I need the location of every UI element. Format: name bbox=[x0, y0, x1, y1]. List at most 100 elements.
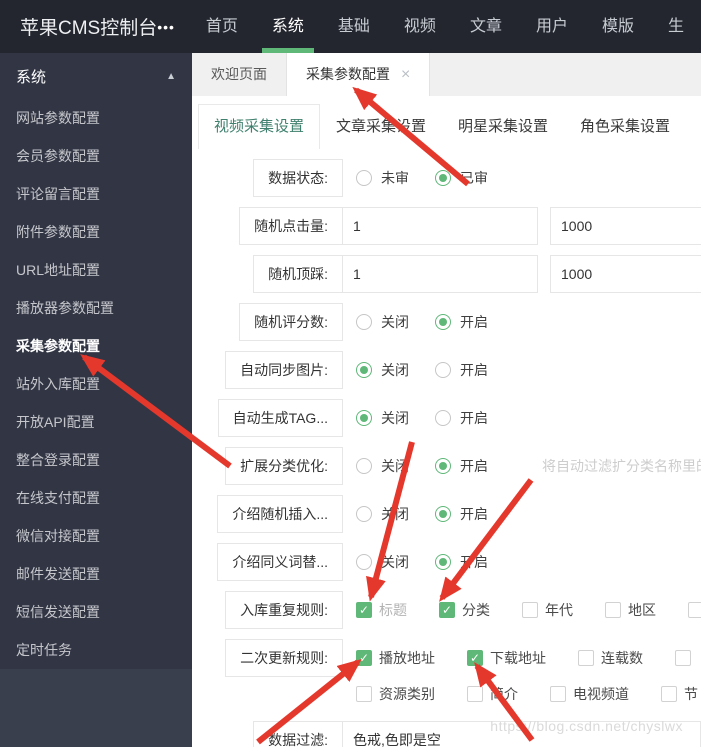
checkbox-icon bbox=[661, 686, 677, 702]
sidebar-item-11[interactable]: 在线支付配置 bbox=[0, 479, 192, 517]
checkbox-option[interactable]: ✓ 下载地址 bbox=[467, 648, 546, 668]
checkbox-option[interactable]: 简介 bbox=[467, 684, 518, 704]
main-panel: 欢迎页面 采集参数配置 × 视频采集设置文章采集设置明星采集设置角色采集设置采集 数… bbox=[192, 53, 701, 747]
radio-option[interactable]: 开启 bbox=[435, 360, 488, 380]
radio-option-label: 已审 bbox=[460, 170, 488, 186]
collapse-caret-icon: ▲ bbox=[166, 70, 176, 82]
sub-tab-5[interactable]: 采集 bbox=[686, 104, 701, 149]
radio-option[interactable]: 开启 bbox=[435, 312, 488, 332]
form-row-6: 自动生成TAG... 关闭 开启 bbox=[207, 399, 701, 437]
radio-icon bbox=[356, 362, 372, 378]
hint-text: 将自动过滤扩分类名称里的 bbox=[542, 458, 701, 474]
form-label: 自动生成TAG... bbox=[217, 399, 343, 437]
sub-tab-3[interactable]: 明星采集设置 bbox=[442, 104, 564, 149]
checkbox-label: 节 bbox=[684, 686, 698, 702]
app-title: 苹果CMS控制台 bbox=[20, 18, 158, 39]
top-nav-item-8[interactable]: 生 bbox=[651, 0, 701, 53]
sidebar-item-14[interactable]: 短信发送配置 bbox=[0, 593, 192, 631]
sidebar-item-10[interactable]: 整合登录配置 bbox=[0, 441, 192, 479]
sidebar-item-2[interactable]: 会员参数配置 bbox=[0, 137, 192, 175]
sidebar-item-3[interactable]: 评论留言配置 bbox=[0, 175, 192, 213]
radio-option[interactable]: 关闭 bbox=[356, 552, 409, 572]
radio-option-label: 开启 bbox=[460, 410, 488, 426]
sidebar-item-1[interactable]: 网站参数配置 bbox=[0, 99, 192, 137]
top-navbar: 苹果CMS控制台 ••• 首页 系统 基础 视频 文章 用户 模版生 bbox=[0, 0, 701, 53]
min-value-input[interactable] bbox=[342, 255, 538, 293]
top-nav-item-2[interactable]: 系统 bbox=[255, 0, 321, 53]
sidebar-item-6[interactable]: 播放器参数配置 bbox=[0, 289, 192, 327]
radio-option[interactable]: 关闭 bbox=[356, 408, 409, 428]
radio-option[interactable]: 开启 bbox=[435, 504, 488, 524]
checkbox-option[interactable] bbox=[688, 602, 701, 618]
radio-icon bbox=[356, 506, 372, 522]
sidebar-item-13[interactable]: 邮件发送配置 bbox=[0, 555, 192, 593]
tab-2[interactable]: 采集参数配置 × bbox=[287, 53, 431, 96]
checkbox-line: ✓ 播放地址 ✓ 下载地址 连载数 bbox=[356, 639, 701, 677]
checkbox-option[interactable]: 资源类别 bbox=[356, 684, 435, 704]
radio-option[interactable]: 关闭 bbox=[356, 456, 409, 476]
radio-icon bbox=[435, 506, 451, 522]
radio-option[interactable]: 关闭 bbox=[356, 312, 409, 332]
form-row-5: 自动同步图片: 关闭 开启 bbox=[207, 351, 701, 389]
tab-1[interactable]: 欢迎页面 bbox=[192, 53, 287, 96]
radio-option[interactable]: 关闭 bbox=[356, 504, 409, 524]
top-nav-item-1[interactable]: 首页 bbox=[189, 0, 255, 53]
checkbox-option[interactable]: 年代 bbox=[522, 600, 573, 620]
top-nav-item-3[interactable]: 基础 bbox=[321, 0, 387, 53]
radio-option[interactable]: 未审 bbox=[356, 168, 409, 188]
radio-option-label: 关闭 bbox=[381, 458, 409, 474]
top-nav-item-5[interactable]: 文章 bbox=[453, 0, 519, 53]
radio-group: 关闭 开启 bbox=[356, 399, 514, 437]
sidebar-section-header[interactable]: 系统 ▲ bbox=[0, 53, 192, 99]
radio-option[interactable]: 开启 bbox=[435, 552, 488, 572]
checkbox-line: ✓ 标题 ✓ 分类 年代 地区 bbox=[356, 591, 701, 629]
checkbox-icon bbox=[356, 686, 372, 702]
checkbox-option[interactable]: 节 bbox=[661, 684, 698, 704]
tab-bar: 欢迎页面 采集参数配置 × bbox=[192, 53, 701, 96]
sidebar-item-15[interactable]: 定时任务 bbox=[0, 631, 192, 669]
checkbox-option[interactable]: ✓ 播放地址 bbox=[356, 648, 435, 668]
checkbox-option[interactable]: ✓ 分类 bbox=[439, 600, 490, 620]
checkbox-icon: ✓ bbox=[439, 602, 455, 618]
radio-option[interactable]: 开启 bbox=[435, 408, 488, 428]
top-nav-item-6[interactable]: 用户 bbox=[519, 0, 585, 53]
max-value-input[interactable] bbox=[550, 207, 701, 245]
top-nav-item-4[interactable]: 视频 bbox=[387, 0, 453, 53]
radio-option-label: 开启 bbox=[460, 314, 488, 330]
radio-icon bbox=[356, 170, 372, 186]
admin-console-page: 苹果CMS控制台 ••• 首页 系统 基础 视频 文章 用户 模版生 系统 ▲ 网站参数配置… bbox=[0, 0, 701, 747]
radio-option[interactable]: 关闭 bbox=[356, 360, 409, 380]
form-row-9: 介绍同义词替... 关闭 开启 bbox=[207, 543, 701, 581]
tab-close-icon[interactable]: × bbox=[401, 66, 410, 83]
radio-icon bbox=[435, 170, 451, 186]
form-label: 二次更新规则: bbox=[225, 639, 343, 677]
checkbox-option[interactable] bbox=[675, 650, 691, 666]
checkbox-icon bbox=[605, 602, 621, 618]
radio-option[interactable]: 开启 bbox=[435, 456, 488, 476]
sidebar-item-4[interactable]: 附件参数配置 bbox=[0, 213, 192, 251]
sidebar-footer bbox=[0, 669, 192, 747]
checkbox-option[interactable]: 地区 bbox=[605, 600, 656, 620]
sidebar-item-8[interactable]: 站外入库配置 bbox=[0, 365, 192, 403]
radio-option[interactable]: 已审 bbox=[435, 168, 488, 188]
sub-tab-4[interactable]: 角色采集设置 bbox=[564, 104, 686, 149]
more-menu-icon[interactable]: ••• bbox=[157, 19, 177, 35]
form-label-col: 扩展分类优化: bbox=[207, 447, 343, 485]
max-value-input[interactable] bbox=[550, 255, 701, 293]
form-label-col: 介绍随机插入... bbox=[207, 495, 343, 533]
top-nav-item-7[interactable]: 模版 bbox=[585, 0, 651, 53]
checkbox-option[interactable]: 连载数 bbox=[578, 648, 643, 668]
sidebar-item-7[interactable]: 采集参数配置 bbox=[0, 327, 192, 365]
sub-tab-2[interactable]: 文章采集设置 bbox=[320, 104, 442, 149]
checkbox-option[interactable]: ✓ 标题 bbox=[356, 600, 407, 620]
radio-icon bbox=[435, 362, 451, 378]
min-value-input[interactable] bbox=[342, 207, 538, 245]
radio-icon bbox=[356, 410, 372, 426]
sidebar-item-12[interactable]: 微信对接配置 bbox=[0, 517, 192, 555]
sub-tab-1[interactable]: 视频采集设置 bbox=[198, 104, 321, 149]
checkbox-option[interactable]: 电视频道 bbox=[550, 684, 629, 704]
sidebar-item-9[interactable]: 开放API配置 bbox=[0, 403, 192, 441]
checkbox-icon: ✓ bbox=[467, 650, 483, 666]
checkbox-label: 标题 bbox=[379, 602, 407, 618]
sidebar-item-5[interactable]: URL地址配置 bbox=[0, 251, 192, 289]
